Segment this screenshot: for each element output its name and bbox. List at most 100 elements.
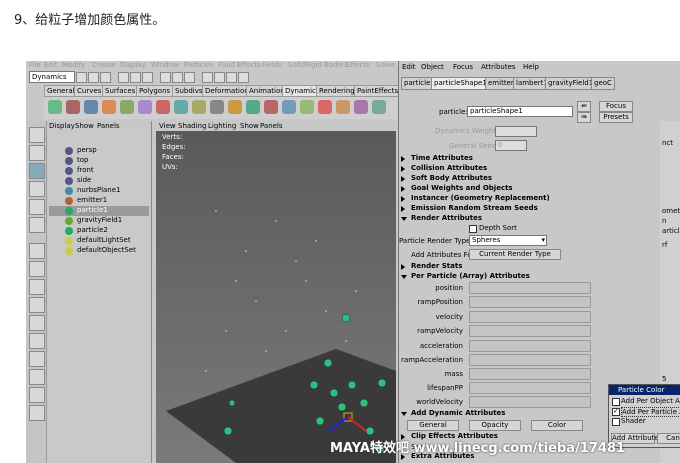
outliner-item-defaultobjectset[interactable]: defaultObjectSet	[49, 246, 149, 256]
turbulence-field-icon[interactable]	[174, 100, 188, 114]
add-general-button[interactable]: General	[407, 420, 459, 431]
two-pane-icon[interactable]	[29, 351, 45, 367]
shelf-tab-curves[interactable]: Curves	[74, 85, 105, 97]
snap-grid-icon[interactable]	[160, 72, 171, 83]
cancel-button[interactable]: Cancel	[657, 433, 680, 444]
pp-field-lifespanpp[interactable]	[469, 382, 591, 394]
fire-effect-icon[interactable]	[264, 100, 278, 114]
save-scene-icon[interactable]	[100, 72, 111, 83]
fireworks-effect-icon[interactable]	[300, 100, 314, 114]
single-pane-icon[interactable]	[29, 261, 45, 277]
outliner-item-side[interactable]: side	[49, 176, 149, 186]
current-render-type-button[interactable]: Current Render Type	[469, 249, 561, 260]
pp-field-rampposition[interactable]	[469, 296, 591, 308]
add-opacity-button[interactable]: Opacity	[469, 420, 521, 431]
menu-fields[interactable]: Fields	[262, 61, 282, 69]
attr-menu-focus[interactable]: Focus	[453, 63, 473, 71]
shelf-tab-painteffects[interactable]: PaintEffects	[354, 85, 402, 97]
menu-create[interactable]: Create	[92, 61, 115, 69]
section-time-attributes[interactable]: Time Attributes	[401, 154, 641, 164]
tool-more-icon[interactable]	[29, 405, 45, 421]
viewport-menu-lighting[interactable]: Lighting	[208, 122, 236, 130]
select-hierarchy-icon[interactable]	[118, 72, 129, 83]
pp-field-position[interactable]	[469, 282, 591, 294]
pp-field-rampacceleration[interactable]	[469, 354, 591, 366]
snap-point-icon[interactable]	[184, 72, 195, 83]
viewport-menu-panels[interactable]: Panels	[260, 122, 283, 130]
drag-field-icon[interactable]	[102, 100, 116, 114]
outliner-item-particle1[interactable]: particle1	[49, 206, 149, 216]
four-pane-icon[interactable]	[29, 279, 45, 295]
section-add-dynamic[interactable]: Add Dynamic Attributes	[401, 409, 641, 419]
new-scene-icon[interactable]	[76, 72, 87, 83]
move-tool-icon[interactable]	[29, 181, 45, 197]
volume-axis-icon[interactable]	[228, 100, 242, 114]
uniform-field-icon[interactable]	[192, 100, 206, 114]
outliner-item-defaultlightset[interactable]: defaultLightSet	[49, 236, 149, 246]
manipulator-icon[interactable]	[29, 243, 45, 259]
outliner-item-gravityfield1[interactable]: gravityField1	[49, 216, 149, 226]
add-color-button[interactable]: Color	[531, 420, 583, 431]
particle-tool-icon[interactable]	[66, 100, 80, 114]
attr-menu-help[interactable]: Help	[523, 63, 539, 71]
snap-curve-icon[interactable]	[172, 72, 183, 83]
pp-field-mass[interactable]	[469, 368, 591, 380]
smoke-effect-icon[interactable]	[282, 100, 296, 114]
lasso-tool-icon[interactable]	[29, 145, 45, 161]
per-object-checkbox[interactable]	[612, 398, 620, 406]
viewport-menu-view[interactable]: View	[159, 122, 176, 130]
section-render-attributes[interactable]: Render Attributes	[401, 214, 641, 224]
outliner-menu-show[interactable]: Show	[75, 122, 94, 130]
surface-flow-icon[interactable]	[372, 100, 386, 114]
ipr-render-icon[interactable]	[226, 72, 237, 83]
general-seed-field[interactable]: 0	[495, 140, 527, 151]
menu-fluid-effects[interactable]: Fluid Effects	[218, 61, 261, 69]
menu-window[interactable]: Window	[151, 61, 179, 69]
menu-effects[interactable]: Effects	[346, 61, 370, 69]
go-input-button[interactable]: ⇚	[577, 101, 591, 112]
shatter-effect-icon[interactable]	[336, 100, 350, 114]
section-emission-seeds[interactable]: Emission Random Stream Seeds	[401, 204, 641, 214]
go-output-button[interactable]: ⇛	[577, 112, 591, 123]
persp-graph-icon[interactable]	[29, 315, 45, 331]
section-per-particle[interactable]: Per Particle (Array) Attributes	[401, 272, 641, 282]
hypershade-layout-icon[interactable]	[29, 333, 45, 349]
menu-file[interactable]: File	[29, 61, 41, 69]
menu-modify[interactable]: Modify	[62, 61, 85, 69]
viewport-menu-show[interactable]: Show	[240, 122, 259, 130]
menu-display[interactable]: Display	[120, 61, 146, 69]
select-tool-icon[interactable]	[29, 127, 45, 143]
section-render-stats[interactable]: Render Stats	[401, 262, 641, 272]
dynamics-weight-field[interactable]	[495, 126, 537, 137]
perspective-viewport[interactable]: View Shading Lighting Show Panels Verts:…	[156, 121, 396, 463]
attr-tab-geoconnector[interactable]: geoC	[591, 77, 615, 90]
dialog-titlebar[interactable]: Particle Color ×	[609, 385, 680, 395]
gravity-field-icon[interactable]	[120, 100, 134, 114]
outliner-menu-display[interactable]: Display	[49, 122, 75, 130]
pp-field-worldvelocity[interactable]	[469, 396, 591, 408]
attr-menu-object[interactable]: Object	[421, 63, 444, 71]
viewport-canvas[interactable]: Verts: Edges: Faces: UVs:	[156, 131, 396, 463]
newton-field-icon[interactable]	[138, 100, 152, 114]
section-instancer[interactable]: Instancer (Geometry Replacement)	[401, 194, 641, 204]
viewport-menu-shading[interactable]: Shading	[178, 122, 206, 130]
shelf-tab-general[interactable]: General	[44, 85, 78, 97]
outliner-item-persp[interactable]: persp	[49, 146, 149, 156]
render-icon[interactable]	[214, 72, 225, 83]
depth-sort-checkbox[interactable]	[469, 225, 477, 233]
scale-tool-icon[interactable]	[29, 217, 45, 233]
pp-field-velocity[interactable]	[469, 311, 591, 323]
render-settings-icon[interactable]	[238, 72, 249, 83]
outliner-item-nurbsplane1[interactable]: nurbsPlane1	[49, 186, 149, 196]
outliner-menu-panels[interactable]: Panels	[97, 122, 120, 130]
emitter-icon[interactable]	[48, 100, 62, 114]
shelf-tab-surfaces[interactable]: Surfaces	[102, 85, 139, 97]
menu-edit[interactable]: Edit	[44, 61, 58, 69]
open-scene-icon[interactable]	[88, 72, 99, 83]
per-particle-checkbox[interactable]: ✓	[612, 407, 620, 416]
shelf-tab-polygons[interactable]: Polygons	[136, 85, 174, 97]
curve-flow-icon[interactable]	[354, 100, 368, 114]
shelf-tab-subdivs[interactable]: Subdivs	[172, 85, 206, 97]
tool-layout-icon[interactable]	[29, 387, 45, 403]
rotate-tool-icon[interactable]	[29, 199, 45, 215]
